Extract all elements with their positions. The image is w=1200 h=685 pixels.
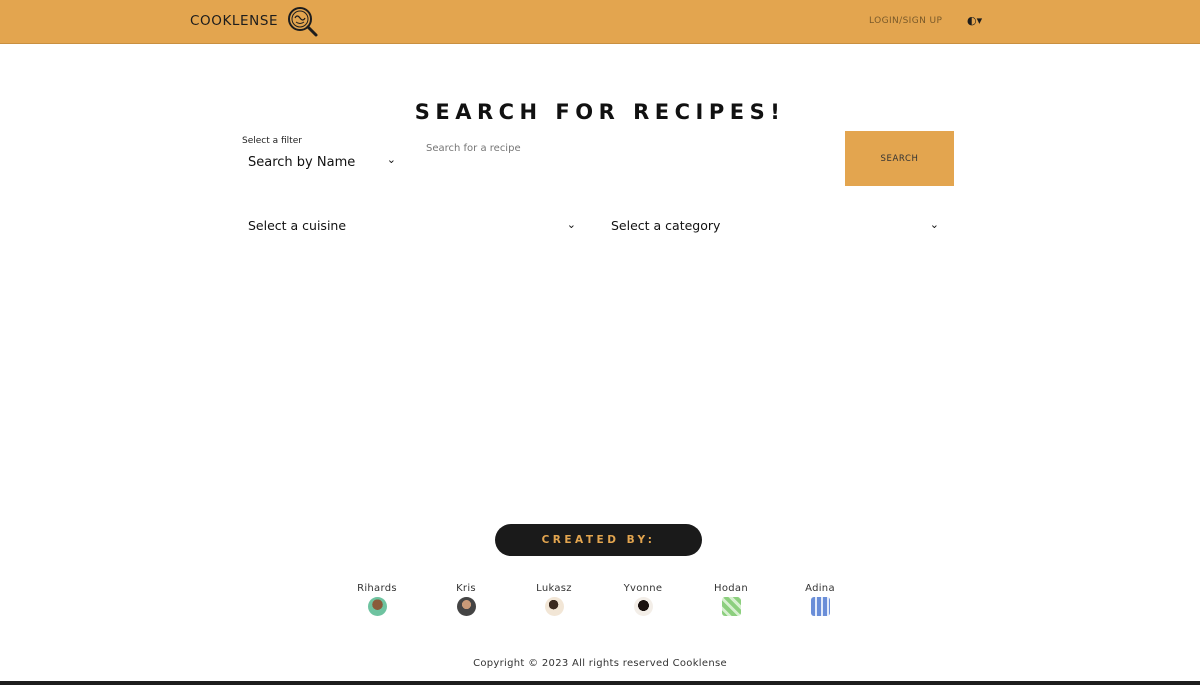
filter-label: Select a filter <box>242 136 302 146</box>
copyright-text: Copyright © 2023 All rights reserved Coo… <box>473 658 727 669</box>
chevron-down-icon: ⌄ <box>566 218 576 231</box>
avatar <box>721 597 741 616</box>
member-name: Kris <box>456 583 476 594</box>
avatar <box>456 597 476 616</box>
filter-selected-value: Search by Name <box>248 155 356 170</box>
member-name: Yvonne <box>623 583 663 594</box>
bottom-edge-bar <box>0 681 1200 685</box>
avatar <box>544 597 564 616</box>
team-member[interactable]: Lukasz <box>524 583 584 616</box>
avatar <box>810 597 830 616</box>
team-member[interactable]: Hodan <box>701 583 761 616</box>
brand-name[interactable]: COOKLENSE <box>190 13 278 29</box>
chevron-down-icon: ⌄ <box>386 153 396 166</box>
filter-select[interactable]: Search by Name ⌄ <box>248 153 396 170</box>
recipe-search-input[interactable] <box>424 142 828 155</box>
avatar <box>633 597 653 616</box>
team-member[interactable]: Adina <box>790 583 850 616</box>
top-navbar: COOKLENSE LOGIN/SIGN UP ◐▾ <box>0 0 1200 44</box>
member-name: Adina <box>805 583 835 594</box>
theme-toggle-icon[interactable]: ◐▾ <box>967 14 982 27</box>
team-member[interactable]: Kris <box>436 583 496 616</box>
chevron-down-icon: ⌄ <box>929 218 939 231</box>
cuisine-select[interactable]: Select a cuisine ⌄ <box>248 218 576 233</box>
team-member[interactable]: Yvonne <box>613 583 673 616</box>
member-name: Rihards <box>357 583 397 594</box>
cuisine-select-label: Select a cuisine <box>248 218 347 233</box>
team-member[interactable]: Rihards <box>347 583 407 616</box>
category-select[interactable]: Select a category ⌄ <box>611 218 939 233</box>
search-button[interactable]: SEARCH <box>845 131 954 186</box>
category-select-label: Select a category <box>611 218 721 233</box>
avatar <box>367 597 387 616</box>
created-by-banner: CREATED BY: <box>495 524 702 556</box>
page-title: SEARCH FOR RECIPES! <box>414 100 786 124</box>
member-name: Lukasz <box>536 583 572 594</box>
login-signup-link[interactable]: LOGIN/SIGN UP <box>869 16 942 26</box>
member-name: Hodan <box>714 583 748 594</box>
magnifier-logo-icon[interactable] <box>287 6 319 38</box>
